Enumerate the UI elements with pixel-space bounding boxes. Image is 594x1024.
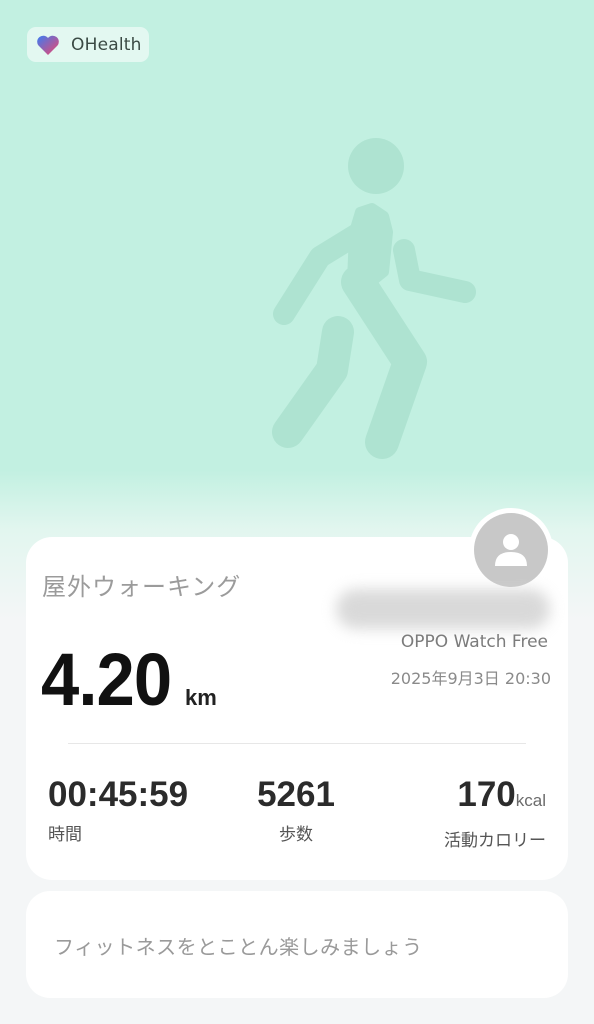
device-name: OPPO Watch Free xyxy=(400,632,548,652)
divider xyxy=(68,743,526,744)
walking-person-icon xyxy=(272,138,476,459)
distance-value: 4.20 xyxy=(41,638,172,721)
app-badge: OHealth xyxy=(27,27,149,62)
promo-text: フィットネスをとことん楽しみましょう xyxy=(54,935,423,959)
calories-unit: kcal xyxy=(515,791,546,810)
heart-icon xyxy=(35,32,61,58)
steps-label: 歩数 xyxy=(279,825,313,845)
calories-label: 活動カロリー xyxy=(444,831,546,851)
activity-title: 屋外ウォーキング xyxy=(42,573,242,601)
user-avatar-icon xyxy=(474,513,548,587)
calories: 170 kcal xyxy=(444,775,546,821)
steps-value: 5261 xyxy=(257,775,335,814)
promo-card[interactable]: フィットネスをとことん楽しみましょう xyxy=(26,891,568,998)
stat-steps: 5261 歩数 xyxy=(234,775,358,845)
activity-datetime: 2025年9月3日 20:30 xyxy=(390,669,551,688)
calories-value: 170 xyxy=(457,775,516,814)
duration-label: 時間 xyxy=(48,825,82,845)
avatar[interactable] xyxy=(469,508,553,592)
stat-calories: 170 kcal 活動カロリー xyxy=(444,775,546,851)
redacted-username xyxy=(336,589,550,629)
duration-value: 00:45:59 xyxy=(48,775,189,814)
distance: 4.20 km xyxy=(41,637,217,722)
stat-duration: 00:45:59 時間 xyxy=(48,775,188,845)
app-name: OHealth xyxy=(71,34,142,55)
distance-unit: km xyxy=(185,685,217,710)
activity-summary-card[interactable]: 屋外ウォーキング OPPO Watch Free 2025年9月3日 20:30… xyxy=(26,508,568,880)
